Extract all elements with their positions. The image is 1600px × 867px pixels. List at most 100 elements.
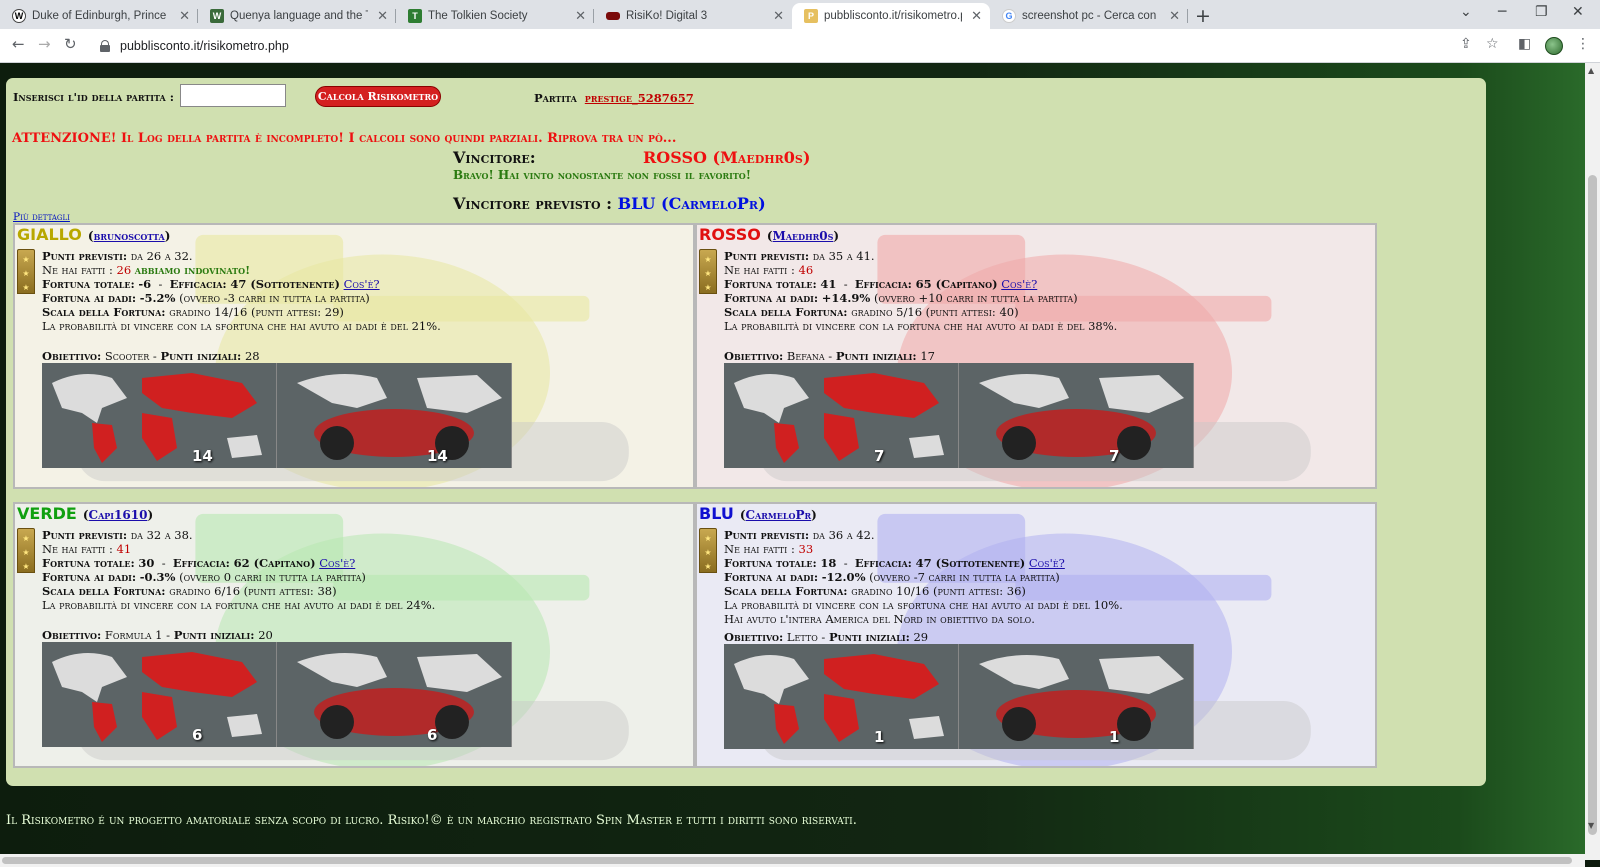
card-number: 1 [1109, 728, 1120, 746]
reload-icon[interactable]: ↻ [64, 35, 77, 53]
card-number: 6 [192, 726, 203, 744]
share-icon[interactable]: ⇪ [1460, 36, 1472, 52]
player-color-name: GIALLO [17, 225, 82, 244]
close-tab-icon[interactable]: ✕ [179, 8, 190, 24]
browser-toolbar: ← → ↻ pubblisconto.it/risikometro.php ⇪ … [0, 29, 1600, 63]
objective-map-card: 1 [724, 644, 959, 749]
dice-luck-row: Fortuna ai dadi: -5.2% (ovvero -3 carri … [42, 291, 370, 305]
scrollbar-thumb[interactable] [2, 857, 1572, 864]
scrollbar-thumb[interactable] [1588, 175, 1597, 835]
player-box: GIALLO (brunoscotta) ★ ★ ★ Punti previsti: da… [13, 223, 695, 489]
google-icon: G [1002, 9, 1016, 23]
browser-tab[interactable]: Gscreenshot pc - Cerca con Google✕ [990, 3, 1188, 29]
back-icon[interactable]: ← [12, 35, 25, 53]
close-tab-icon[interactable]: ✕ [971, 8, 982, 24]
calculate-button[interactable]: Calcola Risikometro [315, 86, 441, 107]
player-header: VERDE (Capi1610) [17, 504, 153, 523]
close-window-icon[interactable]: ✕ [1572, 4, 1584, 20]
luck-scale-row: Scala della Fortuna: gradino 10/16 (punt… [724, 584, 1026, 598]
whats-this-link[interactable]: Cos'è? [344, 277, 380, 291]
actual-points-row: Ne hai fatti : 26 abbiamo indovinato! [42, 263, 251, 277]
card-number: 14 [427, 447, 448, 465]
close-tab-icon[interactable]: ✕ [377, 8, 388, 24]
vertical-scrollbar[interactable]: ▲ ▼ [1585, 63, 1600, 860]
whats-this-link[interactable]: Cos'è? [319, 556, 355, 570]
lock-icon [100, 40, 110, 52]
player-username: (Capi1610) [82, 508, 154, 522]
whats-this-link[interactable]: Cos'è? [1001, 277, 1037, 291]
close-tab-icon[interactable]: ✕ [773, 8, 784, 24]
objective-image-card: 7 [959, 363, 1194, 468]
new-tab-button[interactable]: + [1188, 3, 1218, 29]
objective-cards: 66 [42, 642, 512, 747]
player-header: BLU (CarmeloPr) [699, 504, 817, 523]
predicted-winner-value: BLU (CarmeloPr) [617, 194, 766, 213]
luck-scale-row: Scala della Fortuna: gradino 5/16 (punti… [724, 305, 1019, 319]
extra-info-row: Hai avuto l'intera America del Nord in o… [724, 612, 1035, 626]
side-panel-icon[interactable]: ◧ [1518, 36, 1531, 52]
browser-tab[interactable]: RisiKo! Digital 3 ✕ [594, 3, 792, 29]
bookmark-star-icon[interactable]: ☆ [1486, 36, 1499, 52]
browser-tab[interactable]: WQuenya language and the Tengwar✕ [198, 3, 396, 29]
objective-row: Obiettivo: Letto - Punti iniziali: 29 [724, 630, 929, 644]
whats-this-link[interactable]: Cos'è? [1029, 556, 1065, 570]
player-stats: Punti previsti: da 36 a 42. Ne hai fatti … [724, 528, 1123, 626]
objective-cards: 77 [724, 363, 1194, 468]
player-username-link[interactable]: Capi1610 [89, 508, 148, 522]
objective-image-card: 14 [277, 363, 512, 468]
forward-icon[interactable]: → [38, 35, 51, 53]
player-stats: Punti previsti: da 32 a 38. Ne hai fatti … [42, 528, 435, 612]
objective-row: Obiettivo: Befana - Punti iniziali: 17 [724, 349, 935, 363]
player-color-name: BLU [699, 504, 734, 523]
world-map-icon [734, 654, 944, 744]
player-username-link[interactable]: Maedhr0s [773, 229, 834, 243]
player-box: VERDE (Capi1610) ★ ★ ★ Punti previsti: da 32 … [13, 502, 695, 768]
player-header: ROSSO (Maedhr0s) [699, 225, 839, 244]
profile-avatar[interactable] [1545, 37, 1563, 55]
player-username: (Maedhr0s) [766, 229, 840, 243]
player-color-name: ROSSO [699, 225, 761, 244]
player-username-link[interactable]: CarmeloPr [746, 508, 812, 522]
horizontal-scrollbar[interactable] [0, 854, 1585, 867]
expected-points-row: Punti previsti: da 26 a 32. [42, 249, 193, 263]
browser-tab[interactable]: T The Tolkien Society ✕ [396, 3, 594, 29]
world-map-icon [734, 373, 944, 463]
close-tab-icon[interactable]: ✕ [575, 8, 586, 24]
win-probability-row: La probabilità di vincere con la fortuna… [42, 598, 436, 612]
win-probability-row: La probabilità di vincere con la fortuna… [724, 319, 1118, 333]
predicted-winner-label: Vincitore previsto : [453, 194, 613, 213]
rank-medal-icon: ★ ★ ★ [699, 249, 717, 294]
player-username: (brunoscotta) [87, 229, 171, 243]
browser-tab[interactable]: WDuke of Edinburgh, Prince Philip✕ [0, 3, 198, 29]
objective-image-card: 6 [277, 642, 512, 747]
browser-tab-active[interactable]: Ppubblisconto.it/risikometro.php✕ [792, 3, 990, 29]
winner-message: Bravo! Hai vinto nonostante non fossi il… [453, 168, 752, 182]
menu-icon[interactable]: ⋮ [1576, 36, 1590, 52]
card-number: 7 [1109, 447, 1120, 465]
game-id-input[interactable] [180, 84, 286, 107]
wikiwand-icon: W [210, 9, 224, 23]
scroll-down-icon[interactable]: ▼ [1588, 821, 1594, 830]
objective-image-icon [979, 374, 1184, 460]
minimize-icon[interactable]: ─ [1498, 4, 1506, 20]
player-stats: Punti previsti: da 35 a 41. Ne hai fatti … [724, 249, 1117, 333]
url-bar[interactable]: pubblisconto.it/risikometro.php [92, 34, 1502, 58]
player-username-link[interactable]: brunoscotta [94, 229, 165, 243]
restore-icon[interactable]: ❐ [1535, 4, 1548, 20]
close-tab-icon[interactable]: ✕ [1169, 8, 1180, 24]
actual-points-row: Ne hai fatti : 33 [724, 542, 814, 556]
win-probability-row: La probabilità di vincere con la sfortun… [724, 598, 1123, 612]
risiko-icon [606, 12, 620, 20]
expected-points-row: Punti previsti: da 35 a 41. [724, 249, 875, 263]
more-details-link[interactable]: Più dettagli [13, 211, 70, 223]
tab-search-icon[interactable]: ⌄ [1460, 4, 1472, 20]
player-stats: Punti previsti: da 26 a 32. Ne hai fatti … [42, 249, 441, 333]
game-link[interactable]: prestige_5287657 [585, 91, 694, 105]
objective-map-card: 14 [42, 363, 277, 468]
scroll-up-icon[interactable]: ▲ [1588, 66, 1594, 75]
objective-image-icon [979, 655, 1184, 741]
total-luck-row: Fortuna totale: 30 - Efficacia: 62 (Capi… [42, 556, 356, 570]
actual-points-row: Ne hai fatti : 41 [42, 542, 132, 556]
objective-map-card: 7 [724, 363, 959, 468]
card-number: 1 [874, 728, 885, 746]
